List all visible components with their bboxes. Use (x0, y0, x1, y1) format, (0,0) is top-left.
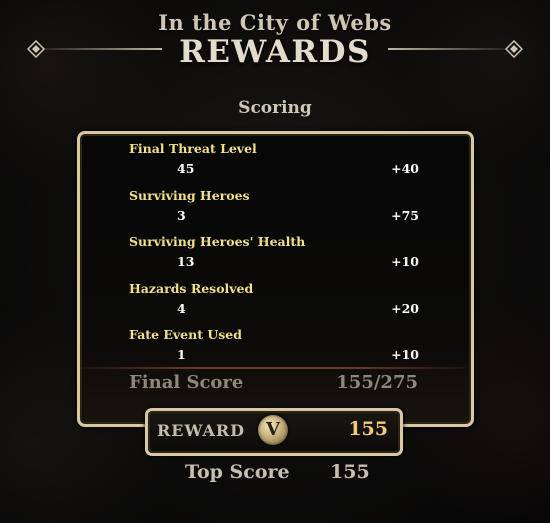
score-row-points: +10 (391, 347, 419, 362)
score-row-label: Surviving Heroes' Health (129, 234, 306, 249)
title-rule-left (44, 48, 162, 50)
scenario-subtitle: In the City of Webs (158, 10, 392, 35)
score-row-points: +10 (391, 254, 419, 269)
score-row-value: 1 (177, 347, 186, 362)
score-row: Final Threat Level 45 +40 (129, 141, 421, 188)
final-score-label: Final Score (129, 372, 244, 393)
score-row: Surviving Heroes' Health 13 +10 (129, 234, 421, 281)
score-row-value: 45 (177, 161, 195, 176)
score-row-value: 3 (177, 207, 186, 223)
score-row-label: Surviving Heroes (129, 187, 250, 203)
top-score-value: 155 (330, 461, 370, 483)
reward-label: REWARD (157, 421, 246, 440)
scoring-heading: Scoring (238, 98, 312, 118)
reward-value: 155 (348, 418, 388, 440)
score-row: Hazards Resolved 4 +20 (129, 281, 421, 328)
score-row: Surviving Heroes 3 +75 (129, 188, 421, 235)
final-score-divider (80, 367, 466, 369)
page-title: REWARDS (179, 34, 371, 70)
score-row-points: +40 (391, 161, 419, 176)
diamond-ornament-icon (27, 40, 45, 58)
v-coin-icon: V (258, 415, 288, 445)
score-row-label: Fate Event Used (129, 327, 242, 342)
top-score-label: Top Score (185, 461, 290, 483)
v-coin-letter: V (266, 419, 280, 440)
diamond-ornament-icon (505, 40, 523, 58)
scoring-rows: Final Threat Level 45 +40 Surviving Hero… (129, 141, 421, 374)
score-row-value: 4 (177, 300, 186, 316)
score-row-points: +75 (391, 207, 419, 223)
score-row-label: Final Threat Level (129, 141, 257, 156)
final-score-value: 155/275 (336, 372, 418, 393)
score-row-label: Hazards Resolved (129, 280, 254, 296)
score-row-value: 13 (177, 254, 195, 269)
score-row-points: +20 (391, 300, 419, 316)
title-rule-right (388, 48, 506, 50)
